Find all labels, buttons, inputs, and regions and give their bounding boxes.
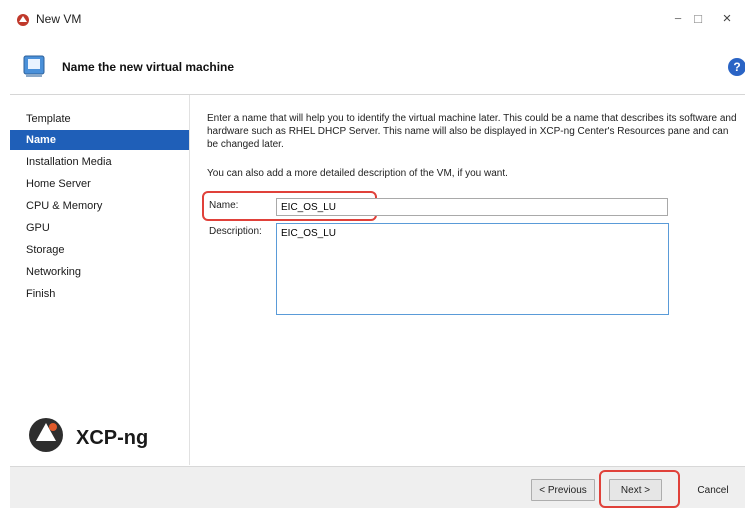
help-icon[interactable]: ? (728, 58, 745, 76)
description-textarea[interactable]: EIC_OS_LU (276, 223, 669, 315)
xcp-ng-app-icon (17, 14, 29, 26)
wizard-main-panel: Enter a name that will help you to ident… (190, 95, 745, 465)
cancel-button[interactable]: Cancel (682, 479, 744, 501)
sidebar-item-storage[interactable]: Storage (10, 240, 189, 260)
description-hint-text: You can also add a more detailed descrip… (207, 168, 508, 179)
name-label: Name: (209, 200, 239, 211)
page-title: Name the new virtual machine (62, 60, 235, 74)
sidebar-item-gpu[interactable]: GPU (10, 218, 189, 238)
sidebar-item-networking[interactable]: Networking (10, 262, 189, 282)
intro-text: Enter a name that will help you to ident… (207, 113, 737, 150)
previous-button[interactable]: < Previous (531, 479, 595, 501)
vm-icon (23, 55, 45, 77)
wizard-header: Name the new virtual machine ? (10, 44, 745, 95)
sidebar-item-installation-media[interactable]: Installation Media (10, 152, 189, 172)
sidebar-item-template[interactable]: Template (10, 109, 189, 129)
sidebar-item-name[interactable]: Name (10, 130, 189, 150)
sidebar-item-cpu-memory[interactable]: CPU & Memory (10, 196, 189, 216)
sidebar-item-home-server[interactable]: Home Server (10, 174, 189, 194)
title-bar: New VM − □ × (0, 0, 745, 36)
close-button[interactable]: × (712, 8, 742, 30)
next-button[interactable]: Next > (609, 479, 662, 501)
description-label: Description: (209, 226, 262, 237)
name-input[interactable] (276, 198, 668, 216)
wizard-steps-sidebar: Template Name Installation Media Home Se… (10, 95, 190, 465)
window-left-edge (0, 0, 10, 507)
wizard-footer: < Previous Next > Cancel (10, 466, 745, 508)
xcp-ng-logo-icon (29, 418, 63, 452)
brand-name: XCP-ng (76, 427, 149, 449)
maximize-button[interactable]: □ (683, 8, 713, 30)
window-title: New VM (36, 12, 82, 26)
sidebar-item-finish[interactable]: Finish (10, 284, 189, 304)
